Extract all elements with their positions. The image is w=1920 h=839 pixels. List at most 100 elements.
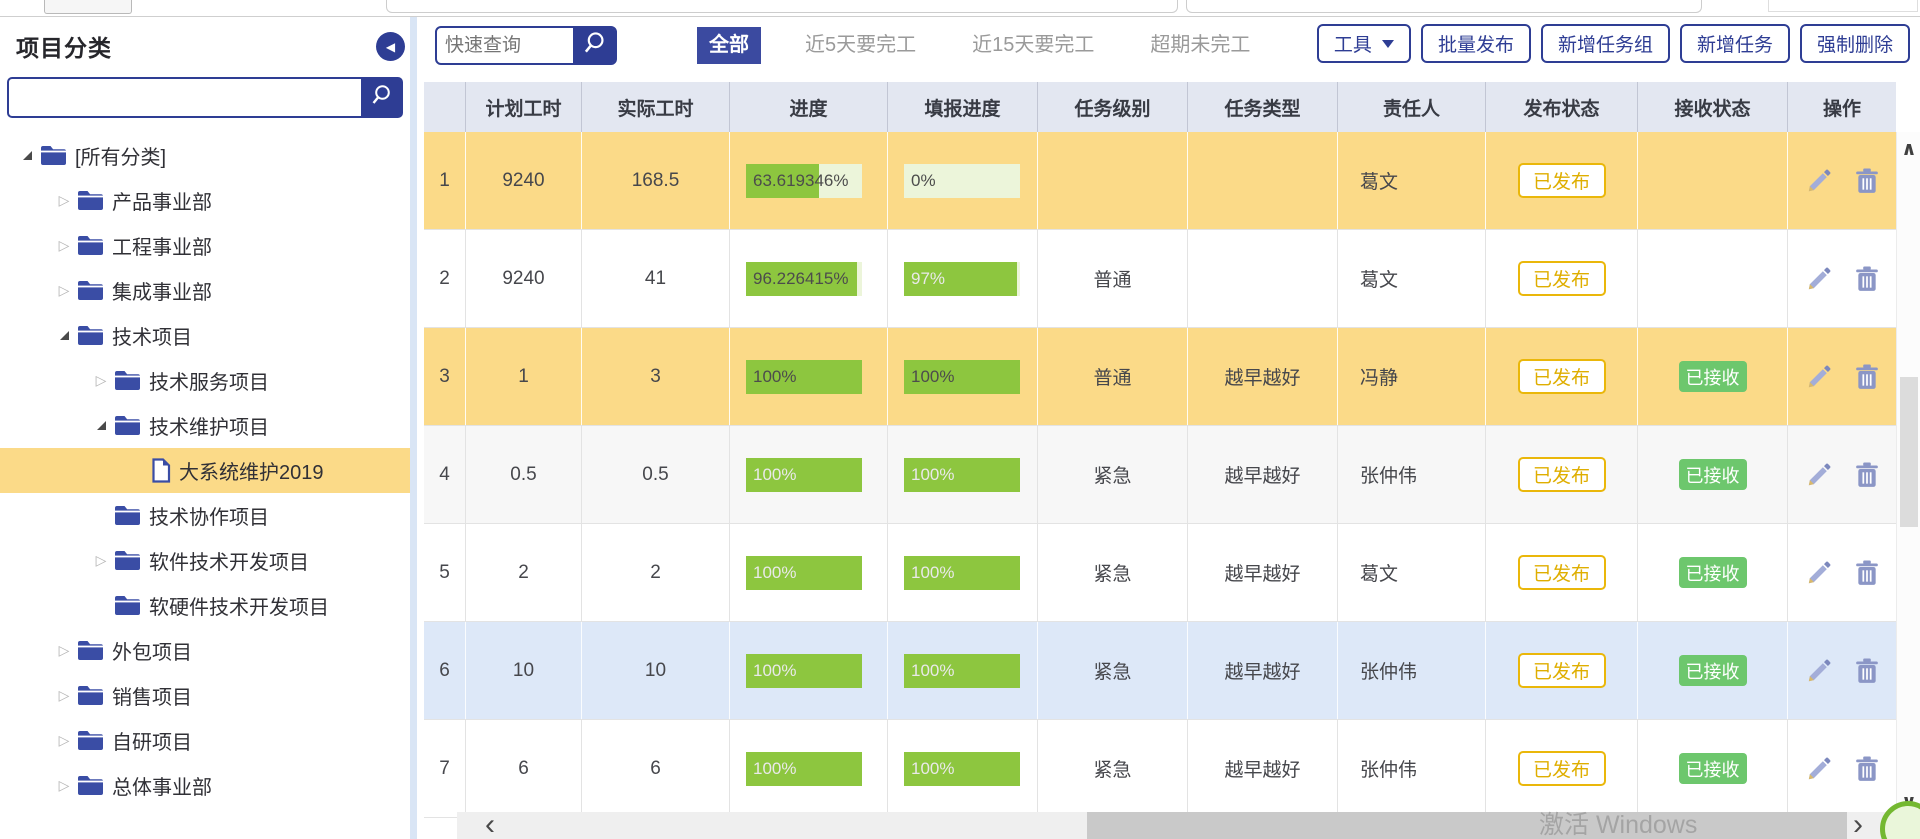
quick-search-button[interactable] [573,28,615,63]
新增任务组-button[interactable]: 新增任务组 [1541,24,1670,63]
tree-item-技术服务项目[interactable]: ▷技术服务项目 [0,358,410,403]
category-search-input[interactable] [9,79,361,116]
tree-item-label: 集成事业部 [112,276,212,305]
强制删除-button[interactable]: 强制删除 [1800,24,1910,63]
delete-trash-icon[interactable] [1855,462,1879,488]
expand-arrow-icon[interactable]: ▷ [51,687,77,704]
tree-item-大系统维护2019[interactable]: 大系统维护2019 [0,448,410,493]
cutoff-field [1768,0,1918,12]
tree-item-自研项目[interactable]: ▷自研项目 [0,718,410,763]
tree-item-软件技术开发项目[interactable]: ▷软件技术开发项目 [0,538,410,583]
collapse-arrow-icon[interactable] [88,421,114,430]
cell-report-progress: 100% [888,328,1038,425]
tree-item-销售项目[interactable]: ▷销售项目 [0,673,410,718]
cell-publish-status: 已发布 [1486,230,1638,327]
批量发布-button[interactable]: 批量发布 [1421,24,1531,63]
cell-report-progress: 100% [888,524,1038,621]
新增任务-button[interactable]: 新增任务 [1680,24,1790,63]
task-main-panel: 全部近5天要完工近15天要完工超期未完工 工具批量发布新增任务组新增任务强制删除… [417,17,1920,839]
quick-search-input[interactable] [437,28,573,63]
edit-pencil-icon[interactable] [1806,363,1833,390]
expand-arrow-icon[interactable]: ▷ [51,777,77,794]
cell-row-number: 2 [424,230,466,327]
tab-近15天要完工[interactable]: 近15天要完工 [960,27,1106,64]
table-row[interactable]: 61010100%100%紧急越早越好张仲伟已发布已接收 [424,622,1896,720]
expand-arrow-icon[interactable]: ▷ [51,282,77,299]
cell-planned-hours: 9240 [466,132,582,229]
column-header-计划工时: 计划工时 [466,82,582,132]
collapse-arrow-icon[interactable] [14,151,40,160]
report-progressbar: 0% [904,164,1020,198]
tab-超期未完工[interactable]: 超期未完工 [1138,27,1262,64]
delete-trash-icon[interactable] [1855,266,1879,292]
table-row[interactable]: 292404196.226415%97%普通葛文已发布 [424,230,1896,328]
edit-pencil-icon[interactable] [1806,559,1833,586]
delete-trash-icon[interactable] [1855,756,1879,782]
tree-item-工程事业部[interactable]: ▷工程事业部 [0,223,410,268]
edit-pencil-icon[interactable] [1806,657,1833,684]
edit-pencil-icon[interactable] [1806,755,1833,782]
received-badge: 已接收 [1679,753,1747,784]
delete-trash-icon[interactable] [1855,168,1879,194]
tree-item-label: 总体事业部 [112,771,212,800]
cell-owner: 张仲伟 [1338,720,1486,817]
tree-item-所有分类[interactable]: [所有分类] [0,133,410,178]
cell-receive-status [1638,132,1788,229]
tree-item-总体事业部[interactable]: ▷ 总体事业部 [0,763,410,808]
panel-title: 项目分类 [16,29,112,63]
cell-progress: 100% [730,426,888,523]
vertical-scroll-thumb[interactable] [1900,377,1918,527]
tab-近5天要完工[interactable]: 近5天要完工 [793,27,928,64]
table-row[interactable]: 40.50.5100%100%紧急越早越好张仲伟已发布已接收 [424,426,1896,524]
cell-actual-hours: 2 [582,524,730,621]
column-header-责任人: 责任人 [1338,82,1486,132]
table-row[interactable]: 313100%100%普通越早越好冯静已发布已接收 [424,328,1896,426]
edit-pencil-icon[interactable] [1806,265,1833,292]
column-header-任务类型: 任务类型 [1188,82,1338,132]
table-row[interactable]: 766100%100%紧急越早越好张仲伟已发布已接收 [424,720,1896,818]
cell-task-level: 紧急 [1038,720,1188,817]
cell-report-progress: 97% [888,230,1038,327]
expand-arrow-icon[interactable]: ▷ [51,237,77,254]
tree-item-技术维护项目[interactable]: 技术维护项目 [0,403,410,448]
progress-text: 100% [753,654,796,688]
vertical-scrollbar[interactable]: ∧ ∨ [1896,132,1920,821]
cell-publish-status: 已发布 [1486,622,1638,719]
edit-pencil-icon[interactable] [1806,167,1833,194]
received-badge: 已接收 [1679,459,1747,490]
scroll-up-icon[interactable]: ∧ [1897,138,1920,164]
tree-item-技术协作项目[interactable]: 技术协作项目 [0,493,410,538]
table-row[interactable]: 19240168.563.619346%0%葛文已发布 [424,132,1896,230]
folder-icon [77,190,104,211]
edit-pencil-icon[interactable] [1806,461,1833,488]
category-search-button[interactable] [361,79,401,116]
tree-item-集成事业部[interactable]: ▷ 集成事业部 [0,268,410,313]
tree-item-外包项目[interactable]: ▷外包项目 [0,628,410,673]
cell-operations [1788,524,1896,621]
horizontal-scroll-thumb[interactable] [1087,812,1847,839]
工具-button[interactable]: 工具 [1317,24,1411,63]
scroll-right-icon[interactable]: › [1853,812,1863,839]
expand-arrow-icon[interactable]: ▷ [88,372,114,389]
collapse-arrow-icon[interactable] [51,331,77,340]
cell-report-progress: 0% [888,132,1038,229]
cell-row-number: 5 [424,524,466,621]
expand-arrow-icon[interactable]: ▷ [88,552,114,569]
tree-item-软硬件技术开发项目[interactable]: 软硬件技术开发项目 [0,583,410,628]
delete-trash-icon[interactable] [1855,658,1879,684]
tree-item-技术项目[interactable]: 技术项目 [0,313,410,358]
folder-icon [40,145,67,166]
tree-item-产品事业部[interactable]: ▷产品事业部 [0,178,410,223]
cell-task-type: 越早越好 [1188,426,1338,523]
delete-trash-icon[interactable] [1855,560,1879,586]
expand-arrow-icon[interactable]: ▷ [51,732,77,749]
table-row[interactable]: 522100%100%紧急越早越好葛文已发布已接收 [424,524,1896,622]
expand-arrow-icon[interactable]: ▷ [51,642,77,659]
tab-全部[interactable]: 全部 [697,27,761,64]
cell-publish-status: 已发布 [1486,524,1638,621]
expand-arrow-icon[interactable]: ▷ [51,192,77,209]
progress-text: 63.619346% [753,164,848,198]
panel-collapse-button[interactable]: ◀ [376,32,405,61]
delete-trash-icon[interactable] [1855,364,1879,390]
scroll-left-icon[interactable]: ‹ [485,812,495,839]
